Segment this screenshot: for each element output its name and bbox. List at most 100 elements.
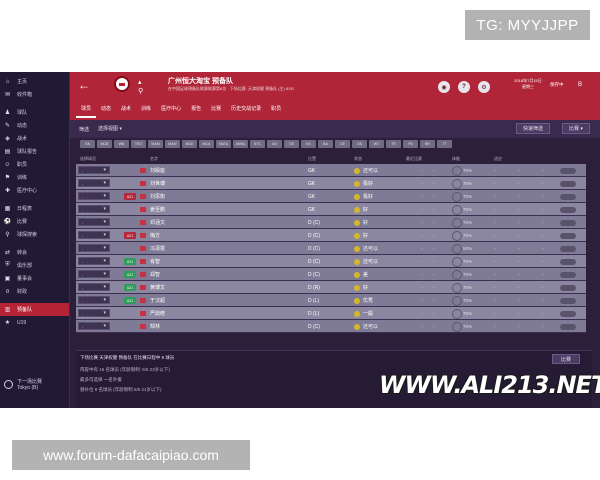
position-pill[interactable]: DS: [352, 140, 367, 148]
role-dropdown[interactable]: -: [78, 231, 110, 239]
table-row[interactable]: - 郜林 D (C) 还可以 - - 70% - - -: [76, 320, 586, 333]
player-name[interactable]: 严鼎皓: [150, 307, 165, 320]
role-dropdown[interactable]: -: [78, 309, 110, 317]
panel-match-button[interactable]: 比赛: [552, 354, 580, 364]
position-pill[interactable]: WT: [369, 140, 384, 148]
sidebar-item[interactable]: ▥ 预备队: [0, 303, 69, 316]
table-row[interactable]: - 姜至鹏 GK 好 - - 70% - - -: [76, 203, 586, 216]
nav-tab[interactable]: 职员: [266, 102, 286, 118]
position-pill[interactable]: TEG: [131, 140, 146, 148]
table-row[interactable]: - 严鼎皓 D (L) 一般 - - 70% - - -: [76, 307, 586, 320]
table-row[interactable]: - U21 郑智 D (C) 差 - - 70% - - -: [76, 268, 586, 281]
row-toggle[interactable]: [560, 297, 576, 304]
position-pill[interactable]: MAM: [148, 140, 163, 148]
role-dropdown[interactable]: -: [78, 257, 110, 265]
position-pill[interactable]: MCA: [199, 140, 214, 148]
nav-tab[interactable]: 报告: [186, 102, 206, 118]
settings-icon[interactable]: ⚙: [478, 81, 490, 93]
quick-filter-button[interactable]: 快速筛选: [516, 123, 551, 134]
position-pill[interactable]: FB: [403, 140, 418, 148]
sidebar-item[interactable]: ▤ 球队报告: [0, 145, 69, 158]
header-nav-icons[interactable]: ▴ ⚲: [138, 78, 143, 96]
role-dropdown[interactable]: -: [78, 322, 110, 330]
match-filter-button[interactable]: 比赛 ▾: [562, 123, 590, 134]
nav-tab[interactable]: 历史交战记录: [226, 102, 266, 118]
role-dropdown[interactable]: -: [78, 283, 110, 291]
sidebar-item[interactable]: ✎ 动态: [0, 119, 69, 132]
table-row[interactable]: - U21 梅方 D (C) 好 - - 70% - - -: [76, 229, 586, 242]
position-pill[interactable]: BR: [420, 140, 435, 148]
position-pill[interactable]: OS: [284, 140, 299, 148]
position-pill[interactable]: TT: [437, 140, 452, 148]
position-pill[interactable]: WB: [114, 140, 129, 148]
sidebar-item[interactable]: ♟ 球队: [0, 106, 69, 119]
position-pill[interactable]: MAM: [165, 140, 180, 148]
sidebar-item[interactable]: ⚽ 比赛: [0, 215, 69, 228]
sidebar-item[interactable]: ⌂ 主页: [0, 75, 69, 88]
sidebar-item[interactable]: ⚑ 训练: [0, 171, 69, 184]
position-pill[interactable]: MCB: [97, 140, 112, 148]
next-match-widget[interactable]: 下一场比赛 Tokyo (B): [4, 378, 42, 391]
player-name[interactable]: 刘思衡: [150, 190, 165, 203]
table-row[interactable]: - U21 刘思衡 GK 极好 - - 70% - - -: [76, 190, 586, 203]
up-icon[interactable]: ▴: [138, 78, 143, 87]
role-dropdown[interactable]: -: [78, 166, 110, 174]
row-toggle[interactable]: [560, 245, 576, 252]
nav-tab[interactable]: 球员: [76, 102, 97, 118]
globe-icon[interactable]: ◉: [438, 81, 450, 93]
row-toggle[interactable]: [560, 284, 576, 291]
table-row[interactable]: - 冯潇霆 D (C) 还可以 - - 50% - - -: [76, 242, 586, 255]
role-dropdown[interactable]: -: [78, 179, 110, 187]
position-pill[interactable]: KX: [301, 140, 316, 148]
row-toggle[interactable]: [560, 323, 576, 330]
sidebar-item[interactable]: ▣ 董事会: [0, 272, 69, 285]
user-initial[interactable]: B: [578, 82, 582, 88]
role-dropdown[interactable]: -: [78, 296, 110, 304]
player-name[interactable]: 郑智: [150, 268, 160, 281]
nav-tab[interactable]: 动态: [96, 102, 116, 118]
player-name[interactable]: 黄博文: [150, 281, 165, 294]
position-pill[interactable]: STC: [250, 140, 265, 148]
sidebar-item[interactable]: ✚ 医疗中心: [0, 184, 69, 197]
role-dropdown[interactable]: -: [78, 192, 110, 200]
nav-tab[interactable]: 比赛: [206, 102, 226, 118]
sidebar-item[interactable]: ⇄ 转会: [0, 246, 69, 259]
position-pill[interactable]: MATA: [216, 140, 231, 148]
sidebar-item[interactable]: ⚲ 球探搜索: [0, 228, 69, 241]
player-name[interactable]: 刘殿座: [150, 164, 165, 177]
nav-tab[interactable]: 医疗中心: [156, 102, 186, 118]
back-arrow-icon[interactable]: ←: [78, 78, 90, 92]
table-row[interactable]: - U21 黄博文 D (R) 好 - - 70% - - -: [76, 281, 586, 294]
nav-tab[interactable]: 训练: [136, 102, 156, 118]
row-toggle[interactable]: [560, 193, 576, 200]
player-name[interactable]: 郜林: [150, 320, 160, 333]
help-icon[interactable]: ?: [458, 81, 470, 93]
role-dropdown[interactable]: -: [78, 205, 110, 213]
table-row[interactable]: - 刘殿座 GK 还可以 - - 70% - - -: [76, 164, 586, 177]
row-toggle[interactable]: [560, 258, 576, 265]
role-dropdown[interactable]: -: [78, 218, 110, 226]
row-toggle[interactable]: [560, 232, 576, 239]
player-name[interactable]: 邓涵文: [150, 216, 165, 229]
position-pill[interactable]: AMML: [233, 140, 248, 148]
sidebar-item[interactable]: ⛨ 俱乐部: [0, 259, 69, 272]
position-pill[interactable]: TR: [386, 140, 401, 148]
sidebar-item[interactable]: ✉ 收件箱: [0, 88, 69, 101]
sidebar-item[interactable]: ◈ 战术: [0, 132, 69, 145]
row-toggle[interactable]: [560, 310, 576, 317]
sidebar-item[interactable]: ▦ 日程表: [0, 202, 69, 215]
position-pill[interactable]: AS: [267, 140, 282, 148]
player-name[interactable]: 梅方: [150, 229, 160, 242]
sidebar-item[interactable]: ☺ 职员: [0, 158, 69, 171]
position-pill[interactable]: MCE: [182, 140, 197, 148]
player-name[interactable]: 冯潇霆: [150, 242, 165, 255]
table-row[interactable]: - 刘世博 GK 极好 - - 70% - - -: [76, 177, 586, 190]
position-pill[interactable]: CE: [335, 140, 350, 148]
row-toggle[interactable]: [560, 167, 576, 174]
player-name[interactable]: 于汉超: [150, 294, 165, 307]
table-row[interactable]: - U21 于汉超 D (L) 优秀 - - 70% - - -: [76, 294, 586, 307]
row-toggle[interactable]: [560, 180, 576, 187]
sidebar-item[interactable]: ★ U19: [0, 316, 69, 329]
row-toggle[interactable]: [560, 219, 576, 226]
sidebar-item[interactable]: ¤ 财政: [0, 285, 69, 298]
